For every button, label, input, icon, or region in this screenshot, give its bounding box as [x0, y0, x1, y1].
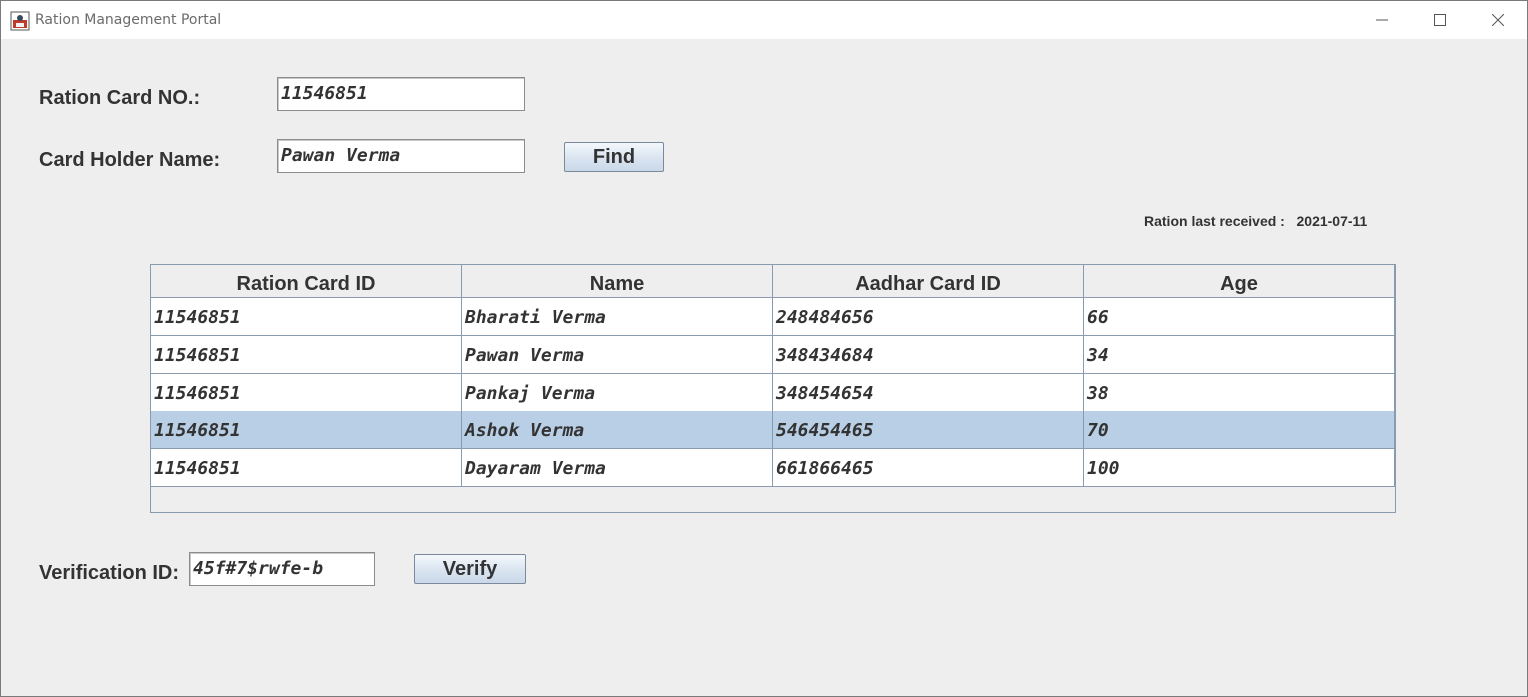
close-icon — [1492, 14, 1504, 26]
table-row[interactable]: 11546851 Pawan Verma 348434684 34 — [151, 336, 1395, 374]
cell-aadhar-card-id: 248484656 — [773, 298, 1084, 336]
cell-ration-card-id: 11546851 — [151, 374, 462, 412]
ration-card-label: Ration Card NO.: — [39, 87, 201, 109]
last-received-date: 2021-07-11 — [1296, 213, 1368, 229]
cell-age: 38 — [1084, 374, 1395, 412]
column-header-age[interactable]: Age — [1084, 265, 1395, 298]
cell-aadhar-card-id: 661866465 — [773, 449, 1084, 487]
last-received-status: Ration last received : 2021-07-11 — [1144, 213, 1367, 229]
minimize-button[interactable] — [1353, 1, 1411, 39]
card-holder-input[interactable]: Pawan Verma — [277, 139, 525, 173]
close-button[interactable] — [1469, 1, 1527, 39]
app-window: Ration Management Portal Ration Card NO.… — [0, 0, 1528, 697]
verify-button[interactable]: Verify — [414, 554, 526, 584]
cell-aadhar-card-id: 348434684 — [773, 336, 1084, 374]
members-table[interactable]: Ration Card ID Name Aadhar Card ID Age 1… — [150, 264, 1396, 513]
cell-aadhar-card-id: 348454654 — [773, 374, 1084, 412]
cell-name: Dayaram Verma — [462, 449, 773, 487]
table-header: Ration Card ID Name Aadhar Card ID Age — [151, 265, 1395, 298]
cell-name: Ashok Verma — [462, 411, 773, 449]
cell-name: Bharati Verma — [462, 298, 773, 336]
table-row[interactable]: 11546851 Dayaram Verma 661866465 100 — [151, 449, 1395, 487]
cell-ration-card-id: 11546851 — [151, 298, 462, 336]
java-app-icon — [10, 11, 30, 31]
cell-age: 100 — [1084, 449, 1395, 487]
ration-card-input[interactable]: 11546851 — [277, 77, 525, 111]
title-bar: Ration Management Portal — [1, 1, 1527, 39]
verification-id-input[interactable]: 45f#7$rwfe-b — [189, 552, 375, 586]
cell-ration-card-id: 11546851 — [151, 449, 462, 487]
last-received-label: Ration last received : — [1144, 213, 1285, 229]
table-row-selected[interactable]: 11546851 Ashok Verma 546454465 70 — [151, 411, 1395, 449]
cell-age: 70 — [1084, 411, 1395, 449]
window-title: Ration Management Portal — [35, 12, 222, 28]
find-button[interactable]: Find — [564, 142, 664, 172]
card-holder-label: Card Holder Name: — [39, 149, 221, 171]
cell-ration-card-id: 11546851 — [151, 411, 462, 449]
cell-name: Pankaj Verma — [462, 374, 773, 412]
column-header-name[interactable]: Name — [462, 265, 773, 298]
maximize-icon — [1434, 14, 1446, 26]
minimize-icon — [1376, 19, 1388, 21]
cell-ration-card-id: 11546851 — [151, 336, 462, 374]
column-header-ration-card-id[interactable]: Ration Card ID — [151, 265, 462, 298]
verification-id-label: Verification ID: — [39, 562, 180, 584]
cell-name: Pawan Verma — [462, 336, 773, 374]
table-row[interactable]: 11546851 Pankaj Verma 348454654 38 — [151, 374, 1395, 412]
column-header-aadhar-card-id[interactable]: Aadhar Card ID — [773, 265, 1084, 298]
maximize-button[interactable] — [1411, 1, 1469, 39]
table-row[interactable]: 11546851 Bharati Verma 248484656 66 — [151, 298, 1395, 336]
cell-age: 66 — [1084, 298, 1395, 336]
cell-aadhar-card-id: 546454465 — [773, 411, 1084, 449]
cell-age: 34 — [1084, 336, 1395, 374]
